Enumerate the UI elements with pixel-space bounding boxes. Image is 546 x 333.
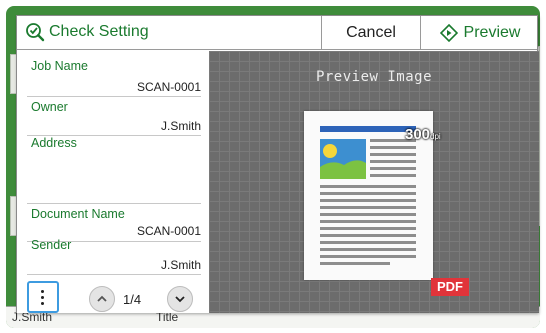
menu-button[interactable] bbox=[27, 281, 59, 313]
job-name-label: Job Name bbox=[31, 59, 88, 73]
owner-label: Owner bbox=[31, 100, 68, 114]
page-indicator: 1/4 bbox=[123, 292, 142, 307]
check-setting-dialog: Check Setting Cancel Preview Job Name SC… bbox=[16, 15, 539, 313]
page-down-button[interactable] bbox=[167, 286, 193, 312]
resolution-value: 300 bbox=[405, 126, 431, 143]
resolution-unit: dpi bbox=[430, 132, 441, 141]
cancel-button[interactable]: Cancel bbox=[321, 16, 421, 50]
sender-value: J.Smith bbox=[160, 258, 201, 272]
separator bbox=[27, 274, 201, 275]
resolution-label: 300dpi bbox=[405, 126, 441, 143]
check-setting-icon bbox=[26, 23, 45, 42]
sender-label: Sender bbox=[31, 238, 72, 252]
document-name-label: Document Name bbox=[31, 207, 125, 221]
owner-value: J.Smith bbox=[160, 119, 201, 133]
preview-title: Preview Image bbox=[315, 69, 433, 85]
page-up-button[interactable] bbox=[89, 286, 115, 312]
dialog-title-text: Check Setting bbox=[49, 23, 149, 40]
preview-diamond-icon bbox=[439, 24, 458, 42]
pager-bar: 1/4 bbox=[17, 279, 209, 313]
dialog-titlebar: Check Setting Cancel Preview bbox=[17, 16, 537, 50]
separator bbox=[27, 96, 201, 97]
job-name-value: SCAN-0001 bbox=[136, 80, 201, 94]
separator bbox=[27, 203, 201, 204]
chevron-up-icon bbox=[97, 295, 107, 302]
preview-button-label: Preview bbox=[463, 24, 521, 41]
chevron-down-icon bbox=[175, 296, 185, 303]
address-label: Address bbox=[31, 136, 77, 150]
preview-button[interactable]: Preview bbox=[421, 16, 539, 50]
menu-dots-icon bbox=[41, 289, 45, 305]
file-format-badge: PDF bbox=[431, 278, 469, 296]
document-name-value: SCAN-0001 bbox=[136, 224, 201, 238]
dialog-title: Check Setting bbox=[25, 22, 149, 42]
preview-area: Preview Image 300dpi PDF bbox=[209, 51, 539, 313]
job-info-panel: Job Name SCAN-0001 Owner J.Smith Address… bbox=[17, 51, 209, 313]
